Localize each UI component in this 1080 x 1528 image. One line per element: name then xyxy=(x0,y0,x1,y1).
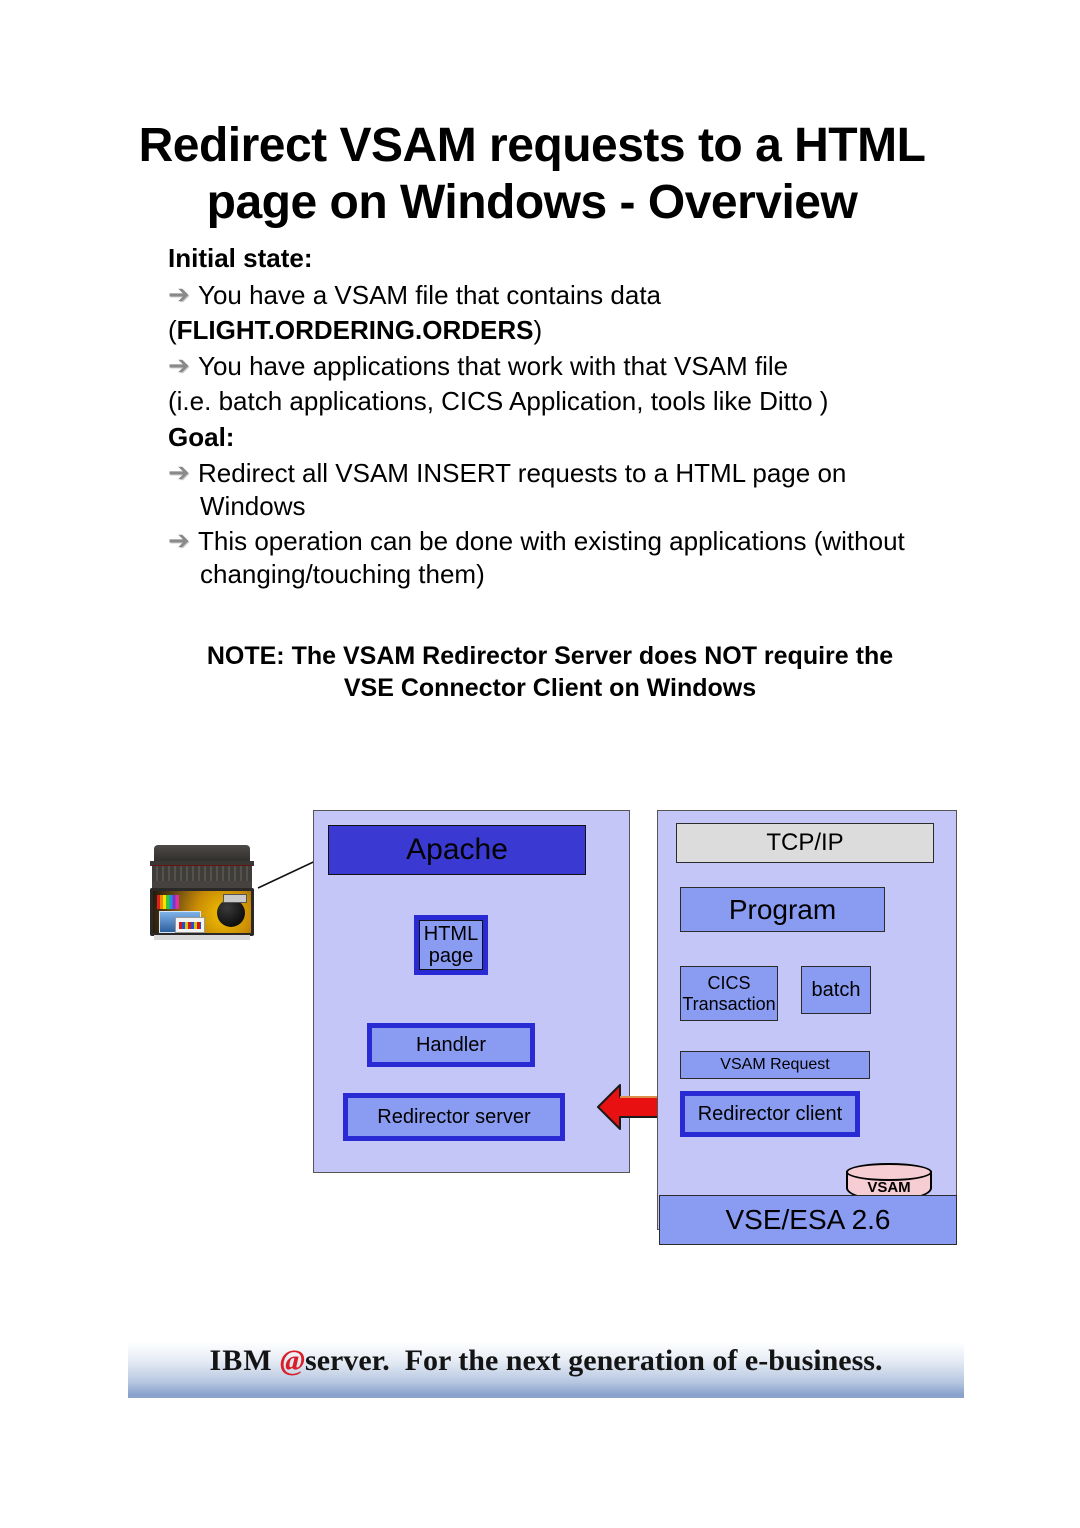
laptop-palmrest xyxy=(152,881,252,888)
initial-examples-text: (i.e. batch applications, CICS Applicati… xyxy=(168,386,829,416)
footer-tagline-text: For the next generation of e-business. xyxy=(404,1344,883,1377)
batch-node[interactable]: batch xyxy=(801,966,871,1014)
goal-bullet-2-line1: This operation can be done with existing… xyxy=(198,526,905,556)
paren-close: ) xyxy=(533,315,543,345)
redirector-server-node[interactable]: Redirector server xyxy=(343,1093,565,1141)
vsam-file-identifier: FLIGHT.ORDERING.ORDERS xyxy=(176,315,534,345)
ibm-eserver-tagline: IBM @server. For the next generation of … xyxy=(128,1344,964,1378)
apache-node[interactable]: Apache xyxy=(328,825,586,875)
handler-label: Handler xyxy=(372,1028,530,1062)
arrow-bullet-icon: ➔ xyxy=(168,350,190,381)
arrow-bullet-icon: ➔ xyxy=(168,458,190,488)
initial-bullet-2: ➔ You have applications that work with t… xyxy=(168,350,958,383)
desktop-tray-icon xyxy=(223,894,247,903)
vsam-request-node[interactable]: VSAM Request xyxy=(680,1051,870,1079)
initial-state-heading: Initial state: xyxy=(168,243,313,273)
architecture-diagram: Apache HTML page Handler Redirector serv… xyxy=(0,790,1080,1300)
eserver-at-glyph-icon: @ xyxy=(280,1344,306,1377)
laptop-screen xyxy=(153,891,251,933)
handler-node[interactable]: Handler xyxy=(367,1023,535,1067)
goal-bullet-1: ➔ Redirect all VSAM INSERT requests to a… xyxy=(168,457,958,522)
goal-bullet-2: ➔ This operation can be done with existi… xyxy=(168,525,958,590)
laptop-base xyxy=(154,935,250,940)
redirector-client-node[interactable]: Redirector client xyxy=(680,1091,860,1137)
goal-bullet-1-line1: Redirect all VSAM INSERT requests to a H… xyxy=(198,458,847,488)
laptop-computer-icon xyxy=(148,845,256,940)
vse-platform-panel: TCP/IP Program CICS Transaction batch VS… xyxy=(657,810,957,1245)
vsam-store-label: VSAM xyxy=(867,1179,911,1196)
color-swatch-icon xyxy=(157,895,179,909)
cics-line-2: Transaction xyxy=(682,993,776,1014)
redirector-client-label: Redirector client xyxy=(685,1096,855,1132)
desktop-window-front xyxy=(175,917,205,933)
page-title: Redirect VSAM requests to a HTML page on… xyxy=(138,119,926,229)
desktop-chart-icon xyxy=(179,922,201,929)
html-page-line-1: HTML xyxy=(423,922,479,945)
laptop-keyboard xyxy=(152,865,252,882)
body-content: Initial state: ➔ You have a VSAM file th… xyxy=(168,242,958,593)
redirector-server-label: Redirector server xyxy=(348,1098,560,1136)
note-line-1: NOTE: The VSAM Redirector Server does NO… xyxy=(206,642,894,670)
ibm-wordmark: IBM xyxy=(209,1344,273,1377)
vsam-file-identifier-line: (FLIGHT.ORDERING.ORDERS) xyxy=(168,314,958,347)
ibm-footer-banner: IBM @server. For the next generation of … xyxy=(128,1330,964,1398)
vse-esa-version-bar: VSE/ESA 2.6 xyxy=(659,1195,957,1245)
html-page-line-2: page xyxy=(428,945,474,967)
note-line-2: VSE Connector Client on Windows xyxy=(343,674,757,702)
initial-bullet-2-text: You have applications that work with tha… xyxy=(198,350,789,381)
eserver-word: server. xyxy=(305,1344,390,1377)
cics-line-1: CICS xyxy=(707,973,751,994)
desktop-globe-icon xyxy=(217,899,245,927)
windows-platform-panel: Apache HTML page Handler Redirector serv… xyxy=(313,810,630,1173)
note-callout: NOTE: The VSAM Redirector Server does NO… xyxy=(150,640,950,704)
paren-open: ( xyxy=(168,315,177,345)
arrow-bullet-icon: ➔ xyxy=(168,526,190,556)
tcpip-node[interactable]: TCP/IP xyxy=(676,823,934,863)
initial-bullet-1-text: You have a VSAM file that contains data xyxy=(198,279,662,310)
arrow-bullet-icon: ➔ xyxy=(168,279,190,310)
goal-bullet-2-line2: changing/touching them) xyxy=(200,558,485,589)
goal-heading: Goal: xyxy=(168,421,235,452)
html-page-node[interactable]: HTML page xyxy=(414,915,488,975)
initial-bullet-1: ➔ You have a VSAM file that contains dat… xyxy=(168,279,958,312)
cics-transaction-node[interactable]: CICS Transaction xyxy=(680,966,778,1021)
program-node[interactable]: Program xyxy=(680,887,885,932)
goal-bullet-1-line2: Windows xyxy=(200,490,306,521)
